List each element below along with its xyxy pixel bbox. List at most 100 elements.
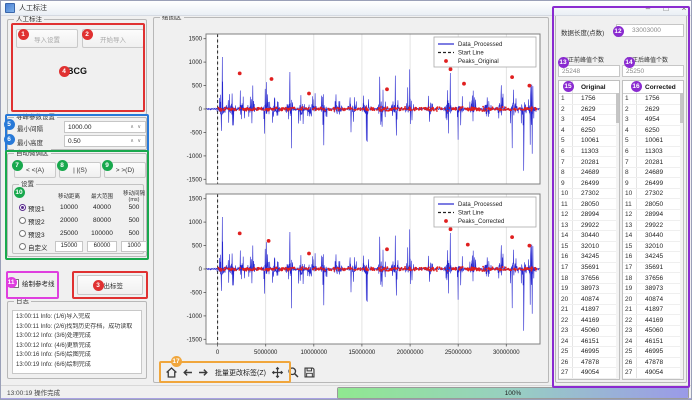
peak-row[interactable]: 611303 [623,147,683,158]
peak-row[interactable]: 2345060 [559,326,619,337]
radio-icon[interactable] [19,204,26,211]
peak-row[interactable]: 1128050 [623,199,683,210]
peak-row[interactable]: 2040874 [559,294,619,305]
close-button[interactable]: × [675,2,692,15]
forward-arrow-icon[interactable] [196,366,210,380]
peak-row[interactable]: 2345060 [623,326,683,337]
min-height-spinbox[interactable]: 0.50 ∧ ∨ [64,135,146,147]
export-labels-button[interactable]: 导出标签 [77,275,143,295]
peak-row[interactable]: 611303 [559,147,619,158]
peak-row[interactable]: 1228994 [559,210,619,221]
spinner-arrows-icon[interactable]: ∧ ∨ [130,124,142,130]
pan-icon[interactable] [271,366,285,380]
back-arrow-icon[interactable] [180,366,194,380]
preset-row[interactable]: 预设3 25000 100000 500 [17,227,139,240]
peak-row[interactable]: 2040874 [623,294,683,305]
peak-row[interactable]: 22629 [559,105,619,116]
peak-row[interactable]: 720281 [559,157,619,168]
minimize-button[interactable]: – [639,2,657,15]
peak-row[interactable]: 46250 [559,126,619,137]
peak-row[interactable]: 2141897 [623,305,683,316]
spinner-arrows-icon[interactable]: ∧ ∨ [130,138,142,144]
peak-row[interactable]: 1532010 [559,242,619,253]
svg-text:5000000: 5000000 [254,350,278,356]
reference-line-checkbox[interactable]: 绘制参考线 [10,278,55,288]
original-peaks-list[interactable]: Original 1175622629349544625051006161130… [558,80,620,380]
custom-distance-input[interactable]: 15000 [55,241,83,252]
min-distance-spinbox[interactable]: 1000.00 ∧ ∨ [64,121,146,133]
peak-row[interactable]: 1430440 [559,231,619,242]
peak-row[interactable]: 1634245 [623,252,683,263]
move-right-label: > >(D) [116,167,134,174]
peak-row[interactable]: 824689 [559,168,619,179]
peak-row[interactable]: 1735691 [559,263,619,274]
peak-row[interactable]: 2546995 [623,347,683,358]
peak-row[interactable]: 2647878 [623,358,683,369]
peak-row[interactable]: 34954 [623,115,683,126]
peak-row[interactable]: 2141897 [559,305,619,316]
corrected-peaks-list[interactable]: Corrected 117562262934954462505100616113… [622,80,684,380]
peak-row[interactable]: 1837656 [623,273,683,284]
svg-text:1000: 1000 [189,60,203,66]
peak-row[interactable]: 2546995 [559,347,619,358]
save-icon[interactable] [303,366,317,380]
data-length-field[interactable]: 33003000 [616,24,684,37]
peak-row[interactable]: 22629 [623,105,683,116]
peak-row[interactable]: 926499 [623,178,683,189]
peak-row[interactable]: 11756 [559,94,619,105]
custom-range-input[interactable]: 60000 [87,241,117,252]
move-right-button[interactable]: > >(D) [104,162,146,178]
plot-canvas[interactable]: 150010005000-500-1000-1500Data_Processed… [156,26,546,364]
peaks-before-field[interactable]: 25248 [558,65,620,77]
peak-row[interactable]: 2446151 [623,337,683,348]
peak-row[interactable]: 11756 [623,94,683,105]
peak-row[interactable]: 1735691 [623,263,683,274]
peak-row[interactable]: 34954 [559,115,619,126]
custom-row[interactable]: 自定义 15000 60000 1000 [17,240,139,253]
peak-row[interactable]: 1430440 [623,231,683,242]
custom-interval-input[interactable]: 1000 [121,241,147,252]
peak-index: 25 [559,347,573,357]
log-output[interactable]: 13:00:11 Info: (1/6)导入完成13:00:11 Info: (… [12,310,142,374]
maximize-button[interactable]: □ [657,2,675,15]
peak-row[interactable]: 824689 [623,168,683,179]
peak-row[interactable]: 1329922 [623,221,683,232]
peak-value: 32010 [637,243,663,250]
peak-row[interactable]: 1837656 [559,273,619,284]
peak-row[interactable]: 1027302 [623,189,683,200]
peak-row[interactable]: 1228994 [623,210,683,221]
preset-row[interactable]: 预设2 20000 80000 500 [17,214,139,227]
peak-row[interactable]: 46250 [623,126,683,137]
peak-row[interactable]: 926499 [559,178,619,189]
home-icon[interactable] [164,366,178,380]
start-import-button[interactable]: 开始导入 [82,29,144,48]
move-left-button[interactable]: < <(A) [14,162,56,178]
radio-icon[interactable] [19,230,26,237]
zoom-icon[interactable] [287,366,301,380]
scrollbar[interactable] [680,93,683,379]
peak-row[interactable]: 1027302 [559,189,619,200]
peak-row[interactable]: 720281 [623,157,683,168]
preset-row[interactable]: 预设1 10000 40000 500 [17,201,139,214]
peak-row[interactable]: 1128050 [559,199,619,210]
peak-row[interactable]: 1938973 [623,284,683,295]
peak-row[interactable]: 510061 [623,136,683,147]
peak-row[interactable]: 2749054 [623,368,683,379]
radio-icon[interactable] [19,217,26,224]
peak-row[interactable]: 1532010 [623,242,683,253]
log-line: 13:00:12 Info: (3/6)处理完成 [16,332,138,342]
peak-row[interactable]: 2244169 [559,315,619,326]
peak-row[interactable]: 1329922 [559,221,619,232]
peak-row[interactable]: 510061 [559,136,619,147]
import-settings-button[interactable]: 导入设置 [16,29,78,48]
peak-row[interactable]: 2647878 [559,358,619,369]
peak-row[interactable]: 1938973 [559,284,619,295]
radio-icon[interactable] [19,243,26,250]
scrollbar[interactable] [616,93,619,379]
stop-button[interactable]: | |(S) [59,162,101,178]
peak-row[interactable]: 2244169 [623,315,683,326]
peaks-after-field[interactable]: 25250 [622,65,684,77]
peak-row[interactable]: 1634245 [559,252,619,263]
peak-row[interactable]: 2749054 [559,368,619,379]
peak-row[interactable]: 2446151 [559,337,619,348]
